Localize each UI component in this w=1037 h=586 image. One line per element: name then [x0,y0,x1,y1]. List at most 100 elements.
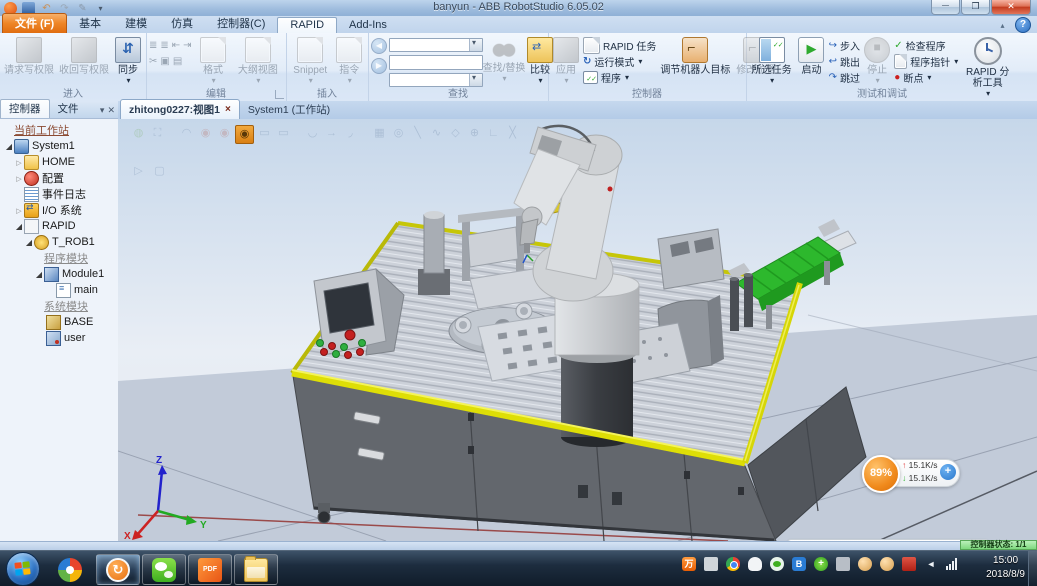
panel-tab-files[interactable]: 文件 [50,100,87,118]
step-over-button[interactable]: 跳过 [829,70,860,85]
viewport-tool-icon[interactable] [428,125,445,142]
tab-simulation[interactable]: 仿真 [159,14,205,33]
expander-icon[interactable] [14,222,24,231]
tab-rapid[interactable]: RAPID [277,17,337,33]
taskbar-clock[interactable]: 15:00 2018/8/9 [986,554,1025,582]
viewport-tool-icon[interactable] [256,125,273,142]
expander-icon[interactable] [14,206,24,215]
nav-forward-icon[interactable] [371,58,387,74]
memory-ball[interactable]: 89% [862,455,900,493]
viewport-tool-icon[interactable] [371,125,388,142]
sogou-tray-icon[interactable]: 万 [682,557,696,571]
adjust-robtargets-button[interactable]: 调节机器人目标 [658,35,732,87]
program-pointer-button[interactable]: 程序指针 [894,54,958,69]
viewport-tool-icon[interactable] [447,125,464,142]
viewport-tool-icon[interactable] [323,125,340,142]
instruction-button[interactable]: 指令 [334,35,366,87]
check-program-button[interactable]: 检查程序 [894,38,958,53]
viewport-tool-icon[interactable] [390,125,407,142]
expander-icon[interactable] [14,158,24,167]
start-button[interactable]: 启动 [796,35,826,87]
format-button[interactable]: 格式 [195,35,230,87]
indent-buttons[interactable] [149,38,193,53]
dialog-launcher-icon[interactable] [275,90,284,99]
panel-close-icon[interactable] [107,105,115,116]
taskbar-pdf-reader[interactable]: PDF [188,554,232,585]
tree-item-user[interactable]: user [4,330,118,346]
scene-3d[interactable]: Z Y X [118,119,1037,541]
tab-basic[interactable]: 基本 [67,14,113,33]
doc-tab-station[interactable]: System1 (工作站) [240,100,338,119]
tab-addins[interactable]: Add-Ins [337,18,399,33]
security-tray-icon[interactable] [902,557,916,571]
tree-item-program-modules[interactable]: 程序模块 [4,250,118,266]
rapid-profiler-button[interactable]: RAPID 分析工具 [960,35,1015,87]
controller-status-badge[interactable]: 控制器状态: 1/1 [960,540,1037,550]
tab-modeling[interactable]: 建模 [113,14,159,33]
show-desktop-button[interactable] [1028,551,1037,586]
taskbar-sogou-browser[interactable] [48,554,92,585]
close-tab-icon[interactable]: × [225,104,231,115]
nav-back-icon[interactable] [371,38,387,54]
help-icon[interactable]: ? [1015,17,1031,33]
lock-tray-icon[interactable] [836,557,850,571]
expander-icon[interactable] [24,238,34,247]
minimize-button[interactable] [931,0,960,15]
replace-with-input[interactable] [389,55,483,69]
tree-item-system1[interactable]: System1 [4,138,118,154]
notification-bell-icon[interactable] [748,557,762,571]
tree-item-t-rob1[interactable]: T_ROB1 [4,234,118,250]
program-button[interactable]: 程序 [583,70,656,85]
tree-item-config[interactable]: 配置 [4,170,118,186]
selected-tasks-button[interactable]: 所选任务 [749,35,794,87]
tree-item-module1[interactable]: Module1 [4,266,118,282]
viewport-tool-icon[interactable] [304,125,321,142]
tray-dot-icon[interactable] [858,557,872,571]
net-speed-widget[interactable]: 89% ↑ 15.1K/s ↓ 15.1K/s + [862,455,958,489]
viewport-tool-icon[interactable] [216,125,233,142]
tab-file[interactable]: 文件 (F) [2,13,67,33]
viewport-tool-icon[interactable] [409,125,426,142]
viewport-tool-icon[interactable] [178,125,195,142]
tree-item-main[interactable]: main [4,282,118,298]
snippet-button[interactable]: Snippet [289,35,332,87]
taskbar-file-explorer[interactable] [234,554,278,585]
start-button[interactable] [6,552,40,586]
viewport-tool-icon[interactable] [275,125,292,142]
maximize-button[interactable] [961,0,990,15]
messenger-tray-icon[interactable] [770,557,784,571]
tray-app-icon[interactable] [704,557,718,571]
expander-icon[interactable] [4,142,14,151]
tree-item-event-log[interactable]: 事件日志 [4,186,118,202]
rapid-tasks-button[interactable]: RAPID 任务 [583,38,656,53]
outline-view-button[interactable]: 大纲视图 [233,35,283,87]
breakpoint-button[interactable]: 断点 [894,70,958,85]
viewport-tool-icon[interactable] [504,125,521,142]
tree-item-base[interactable]: BASE [4,314,118,330]
volume-icon[interactable] [924,557,938,571]
panel-tab-controller[interactable]: 控制器 [0,99,50,118]
find-what-combobox[interactable] [389,38,483,52]
apply-button[interactable]: 应用 [551,35,581,87]
run-mode-button[interactable]: 运行模式 [583,54,656,69]
viewport-tool-icon[interactable] [130,125,147,142]
close-button[interactable] [991,0,1031,15]
tree-item-home[interactable]: HOME [4,154,118,170]
tree-item-io-system[interactable]: I/O 系统 [4,202,118,218]
viewport-stop-icon[interactable] [151,163,168,180]
expander-icon[interactable] [14,174,24,183]
taskbar-wechat[interactable] [142,554,186,585]
viewport-tool-active-icon[interactable] [235,125,254,144]
viewport-tool-icon[interactable] [197,125,214,142]
expander-icon[interactable] [34,270,44,279]
tree-item-system-modules[interactable]: 系统模块 [4,298,118,314]
bluetooth-icon[interactable]: B [792,557,806,571]
revoke-write-access-button[interactable]: 收回写权限 [57,35,111,87]
tray-dot-icon[interactable] [880,557,894,571]
find-replace-button[interactable]: 查找/替换 [485,35,523,87]
antivirus-shield-icon[interactable]: + [814,557,828,571]
viewport-tool-icon[interactable] [342,125,359,142]
viewport-tool-icon[interactable] [485,125,502,142]
browser-tray-icon[interactable] [726,557,740,571]
clipboard-buttons[interactable] [149,54,193,69]
